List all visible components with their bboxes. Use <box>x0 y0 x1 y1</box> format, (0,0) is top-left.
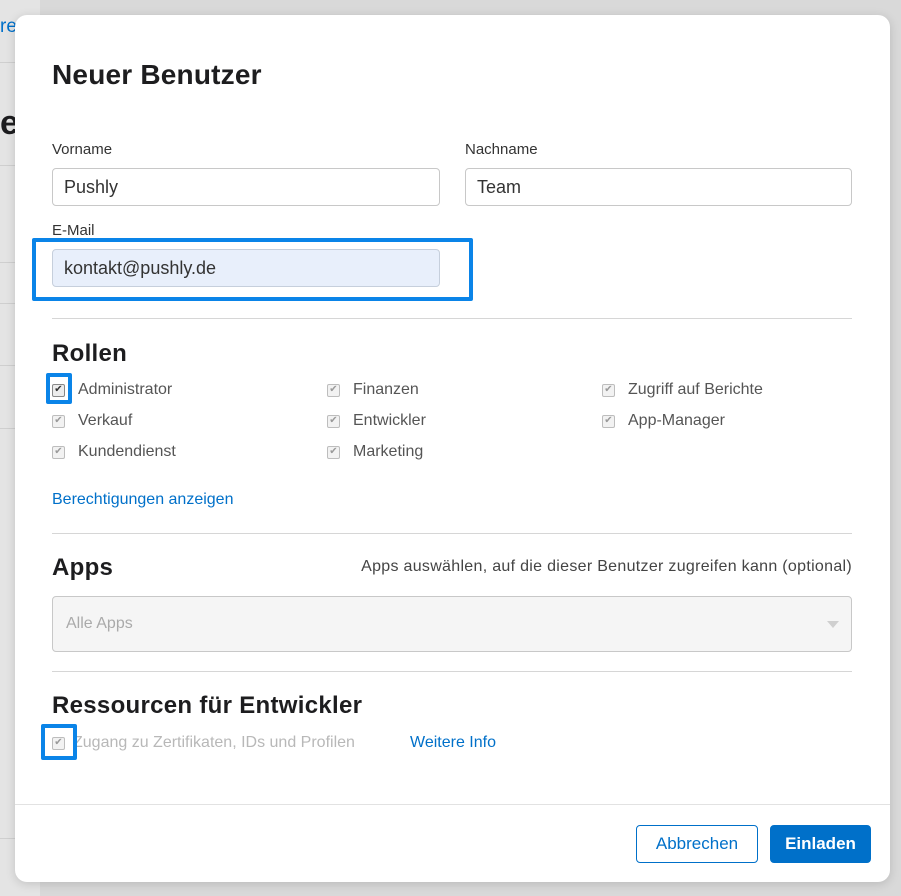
checkbox-checked-icon[interactable]: ✔ <box>52 445 65 459</box>
role-label: Kundendienst <box>78 443 176 460</box>
role-label: App-Manager <box>628 412 725 429</box>
section-divider <box>52 671 852 672</box>
role-app-manager[interactable]: ✔ App-Manager <box>602 412 725 430</box>
checkbox-checked-icon[interactable]: ✔ <box>602 383 615 397</box>
invite-button[interactable]: Einladen <box>770 825 871 863</box>
background-divider <box>0 303 16 304</box>
background-divider <box>0 62 16 63</box>
show-permissions-link[interactable]: Berechtigungen anzeigen <box>52 491 233 509</box>
apps-heading: Apps <box>52 554 114 581</box>
first-name-label: Vorname <box>52 141 113 158</box>
background-divider <box>0 838 16 839</box>
developer-access-highlight-box <box>41 724 77 760</box>
role-finanzen[interactable]: ✔ Finanzen <box>327 381 419 399</box>
chevron-down-icon <box>827 621 839 628</box>
checkbox-checked-icon[interactable]: ✔ <box>52 414 65 428</box>
role-verkauf[interactable]: ✔ Verkauf <box>52 412 132 430</box>
role-label: Marketing <box>353 443 424 460</box>
role-label: Administrator <box>78 381 173 398</box>
email-label: E-Mail <box>52 222 95 239</box>
dialog-title: Neuer Benutzer <box>52 59 262 90</box>
developer-access-checkbox-row[interactable]: ✔ Zugang zu Zertifikaten, IDs und Profil… <box>52 734 355 752</box>
role-entwickler[interactable]: ✔ Entwickler <box>327 412 426 430</box>
role-label: Zugriff auf Berichte <box>628 381 763 398</box>
role-kundendienst[interactable]: ✔ Kundendienst <box>52 443 176 461</box>
background-divider <box>0 262 16 263</box>
section-divider <box>52 318 852 319</box>
role-label: Entwickler <box>353 412 426 429</box>
more-info-link[interactable]: Weitere Info <box>410 734 496 752</box>
background-divider <box>0 165 16 166</box>
cancel-button[interactable]: Abbrechen <box>636 825 758 863</box>
new-user-dialog: Neuer Benutzer Vorname Pushly Nachname T… <box>15 15 890 882</box>
developer-resources-heading: Ressourcen für Entwickler <box>52 692 363 719</box>
footer-divider <box>15 804 890 805</box>
checkbox-checked-icon[interactable]: ✔ <box>327 383 340 397</box>
apps-select[interactable]: Alle Apps <box>52 596 852 652</box>
checkbox-checked-icon[interactable]: ✔ <box>602 414 615 428</box>
checkbox-checked-icon[interactable]: ✔ <box>327 414 340 428</box>
background-divider <box>0 428 16 429</box>
last-name-label: Nachname <box>465 141 538 158</box>
roles-heading: Rollen <box>52 340 128 367</box>
first-name-field[interactable]: Pushly <box>52 168 440 206</box>
role-marketing[interactable]: ✔ Marketing <box>327 443 423 461</box>
developer-access-label: Zugang zu Zertifikaten, IDs und Profilen <box>73 734 355 751</box>
role-label: Finanzen <box>353 381 419 398</box>
background-divider <box>0 365 16 366</box>
administrator-highlight-box <box>46 373 72 404</box>
apps-hint-text: Apps auswählen, auf die dieser Benutzer … <box>361 558 852 575</box>
section-divider <box>52 533 852 534</box>
last-name-field[interactable]: Team <box>465 168 852 206</box>
checkbox-checked-icon[interactable]: ✔ <box>327 445 340 459</box>
email-highlight-box <box>32 238 473 301</box>
role-zugriff-auf-berichte[interactable]: ✔ Zugriff auf Berichte <box>602 381 763 399</box>
role-label: Verkauf <box>78 412 133 429</box>
apps-select-value: Alle Apps <box>66 615 133 632</box>
